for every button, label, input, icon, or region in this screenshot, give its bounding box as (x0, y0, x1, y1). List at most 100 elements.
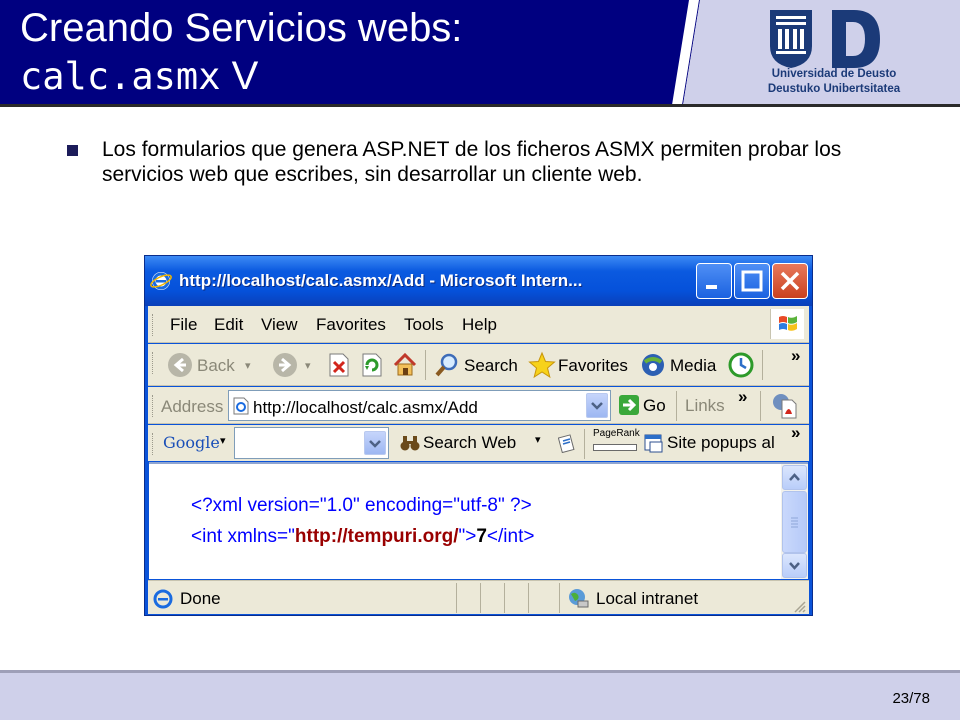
address-url: http://localhost/calc.asmx/Add (253, 398, 478, 417)
xml-end-tag: </int> (486, 526, 535, 547)
close-button[interactable] (772, 263, 808, 299)
search-icon[interactable] (434, 352, 460, 378)
window-title: http://localhost/calc.asmx/Add - Microso… (179, 271, 583, 290)
status-separator (504, 583, 505, 613)
menu-help[interactable]: Help (462, 315, 497, 335)
windows-flag-icon (770, 309, 804, 339)
zone-text: Local intranet (596, 589, 699, 608)
google-search-dropdown-button[interactable] (364, 431, 386, 455)
page-number: 23/78 (892, 690, 930, 707)
stop-icon[interactable] (328, 353, 350, 377)
maximize-button[interactable] (734, 263, 770, 299)
slide-title: Creando Servicios webs: (20, 6, 463, 50)
google-logo[interactable]: Google (163, 433, 220, 452)
minimize-button[interactable] (696, 263, 732, 299)
menu-tools[interactable]: Tools (404, 315, 444, 335)
toolbar-separator (676, 391, 677, 421)
toolbar-separator (584, 429, 585, 459)
toolbar-grip (152, 314, 155, 336)
address-dropdown-button[interactable] (586, 393, 608, 418)
toolbar-separator (762, 350, 763, 380)
vertical-scrollbar[interactable] (781, 462, 808, 579)
search-web-button[interactable]: Search Web (423, 433, 516, 453)
menu-edit[interactable]: Edit (214, 315, 243, 335)
xml-declaration: <?xml version="1.0" encoding="utf-8" ?> (191, 495, 532, 516)
subtitle-suffix: V (231, 54, 259, 98)
close-icon (780, 271, 800, 291)
back-button[interactable]: Back (197, 356, 235, 376)
toolbar-overflow-chevron[interactable]: » (791, 346, 800, 366)
favorites-star-icon[interactable] (528, 351, 556, 379)
back-icon[interactable] (167, 352, 193, 378)
status-separator (456, 583, 457, 613)
chevron-down-icon (789, 562, 800, 570)
popup-blocker-status[interactable]: Site popups al (667, 433, 775, 453)
back-dropdown-icon[interactable]: ▾ (245, 359, 251, 372)
slide-subtitle: calc.asmx V (20, 54, 258, 99)
xml-tag-close: "> (458, 526, 477, 547)
standard-toolbar: Back ▾ ▾ Search Favorites Media » (148, 344, 809, 386)
browser-window: http://localhost/calc.asmx/Add - Microso… (144, 255, 813, 616)
pdf-icon[interactable] (770, 392, 798, 420)
google-overflow-chevron[interactable]: » (791, 423, 800, 443)
toolbar-grip (152, 395, 155, 417)
xml-tag-open: <int xmlns=" (191, 526, 295, 547)
media-button[interactable]: Media (670, 356, 716, 376)
search-web-dropdown-icon[interactable]: ▾ (535, 433, 541, 446)
pagerank-bar (593, 444, 637, 451)
status-bar: Done Local intranet (148, 580, 809, 614)
slide-header: Creando Servicios webs: calc.asmx V Univ… (0, 0, 960, 107)
links-overflow-chevron[interactable]: » (738, 387, 747, 407)
refresh-icon[interactable] (361, 353, 383, 377)
binoculars-icon (400, 436, 420, 451)
maximize-icon (741, 270, 763, 292)
logo-text-eu: Deustuko Unibertsitatea (767, 83, 901, 95)
status-separator (528, 583, 529, 613)
scroll-down-button[interactable] (782, 553, 807, 578)
google-menu-dropdown-icon[interactable]: ▾ (220, 434, 226, 447)
page-icon (233, 397, 249, 415)
xml-result-element: <int xmlns="http://tempuri.org/">7</int> (191, 526, 534, 548)
scroll-thumb[interactable] (782, 491, 807, 553)
slide-footer: 23/78 (0, 670, 960, 720)
xml-namespace: http://tempuri.org/ (294, 526, 459, 547)
pagerank-label: PageRank (593, 428, 640, 439)
go-arrow-icon[interactable] (618, 394, 640, 416)
links-button[interactable]: Links (685, 396, 725, 416)
status-separator (480, 583, 481, 613)
subtitle-code: calc.asmx (20, 55, 221, 98)
window-titlebar[interactable]: http://localhost/calc.asmx/Add - Microso… (145, 256, 812, 306)
forward-dropdown-icon[interactable]: ▾ (305, 359, 311, 372)
resize-grip-icon[interactable] (792, 599, 806, 613)
address-input[interactable]: http://localhost/calc.asmx/Add (228, 390, 611, 421)
intranet-globe-icon (569, 589, 589, 608)
bullet-text: Los formularios que genera ASP.NET de lo… (102, 138, 842, 186)
bullet-marker (67, 145, 78, 156)
home-icon[interactable] (392, 352, 418, 378)
go-button[interactable]: Go (643, 396, 666, 416)
xml-result-value: 7 (476, 526, 487, 547)
favorites-button[interactable]: Favorites (558, 356, 628, 376)
history-icon[interactable] (728, 352, 754, 378)
google-search-input[interactable] (234, 427, 389, 459)
google-toolbar: Google ▾ Search Web ▾ PageRank Site popu… (148, 423, 809, 461)
address-label: Address (161, 397, 224, 416)
toolbar-grip (152, 352, 155, 374)
chevron-down-icon (591, 402, 603, 410)
chevron-up-icon (789, 473, 800, 481)
chevron-down-icon (369, 440, 381, 448)
menu-file[interactable]: File (170, 315, 197, 335)
search-button[interactable]: Search (464, 356, 518, 376)
menu-favorites[interactable]: Favorites (316, 315, 386, 335)
media-icon[interactable] (640, 352, 666, 378)
address-bar: Address http://localhost/calc.asmx/Add G… (148, 387, 809, 424)
page-content: <?xml version="1.0" encoding="utf-8" ?> … (149, 462, 781, 579)
forward-icon[interactable] (272, 352, 298, 378)
toolbar-separator (425, 350, 426, 380)
news-icon[interactable] (558, 433, 576, 453)
menu-view[interactable]: View (261, 315, 298, 335)
toolbar-separator (760, 391, 761, 421)
menu-bar: File Edit View Favorites Tools Help (148, 306, 809, 343)
logo-text-es: Universidad de Deusto (771, 68, 897, 80)
scroll-up-button[interactable] (782, 465, 807, 490)
